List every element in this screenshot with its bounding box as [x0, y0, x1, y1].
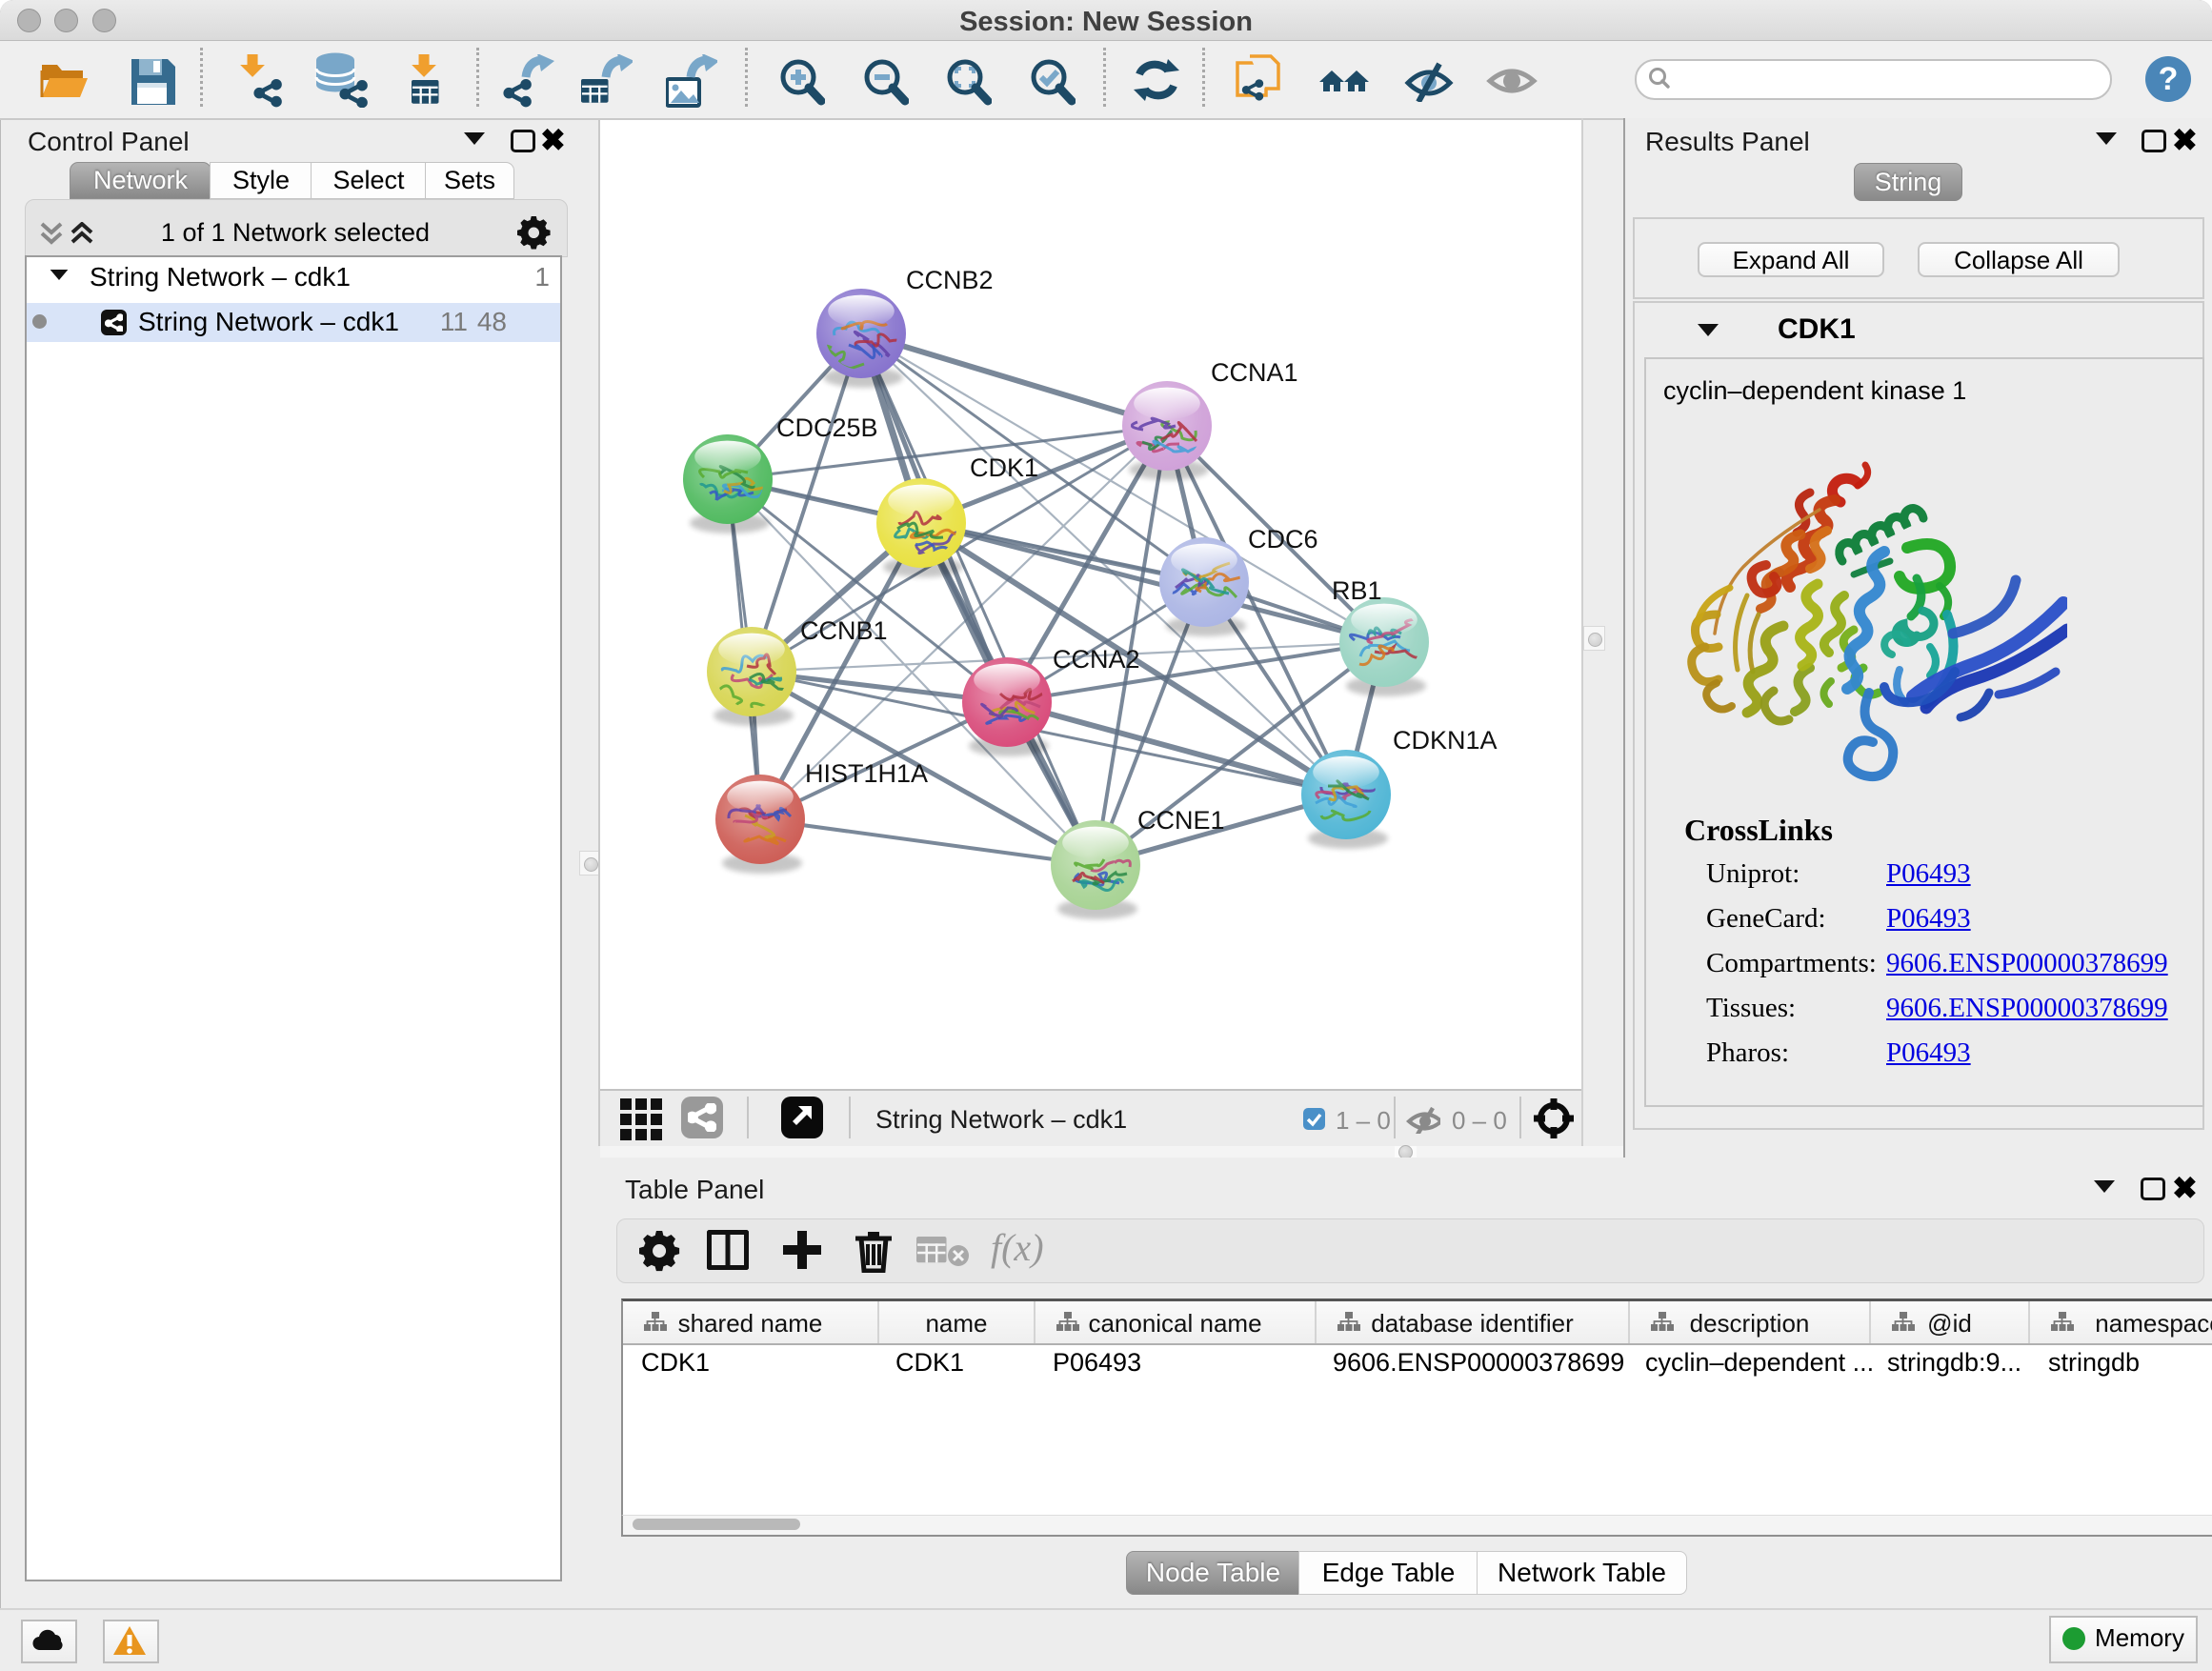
svg-text:CCNE1: CCNE1	[1137, 806, 1225, 835]
svg-text:CCNB2: CCNB2	[906, 266, 994, 294]
svg-text:CDC6: CDC6	[1248, 525, 1318, 554]
svg-text:CCNA1: CCNA1	[1211, 358, 1298, 387]
svg-text:RB1: RB1	[1332, 576, 1382, 605]
svg-text:CDC25B: CDC25B	[776, 413, 878, 442]
svg-text:CCNA2: CCNA2	[1053, 645, 1140, 674]
svg-text:HIST1H1A: HIST1H1A	[805, 759, 928, 788]
svg-text:CDKN1A: CDKN1A	[1393, 726, 1498, 755]
svg-text:CDK1: CDK1	[970, 453, 1038, 482]
svg-text:CCNB1: CCNB1	[800, 616, 888, 645]
